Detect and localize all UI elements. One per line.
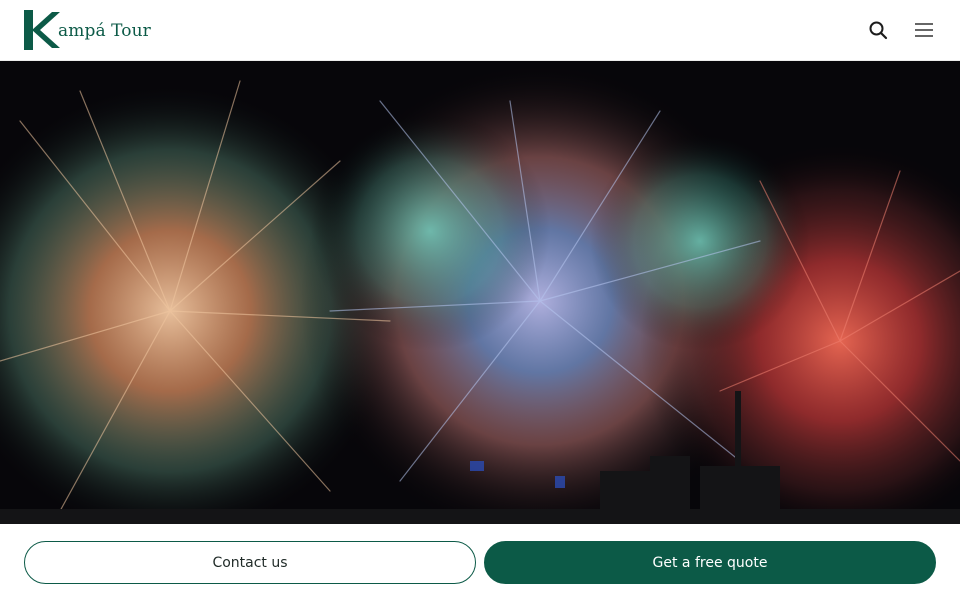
get-free-quote-button[interactable]: Get a free quote [484,541,936,584]
brand-name: ampá Tour [58,21,151,41]
contact-us-button[interactable]: Contact us [24,541,476,584]
bottom-cta-bar: Contact us Get a free quote [0,524,960,600]
hamburger-menu-icon [915,23,933,37]
logo-k-mark [24,10,60,50]
hero-image [0,61,960,524]
site-header: ampá Tour [0,0,960,61]
brand-logo[interactable]: ampá Tour [24,10,151,50]
fireworks-illustration [0,61,960,524]
search-button[interactable] [866,18,890,42]
menu-button[interactable] [912,18,936,42]
search-icon [869,21,888,40]
